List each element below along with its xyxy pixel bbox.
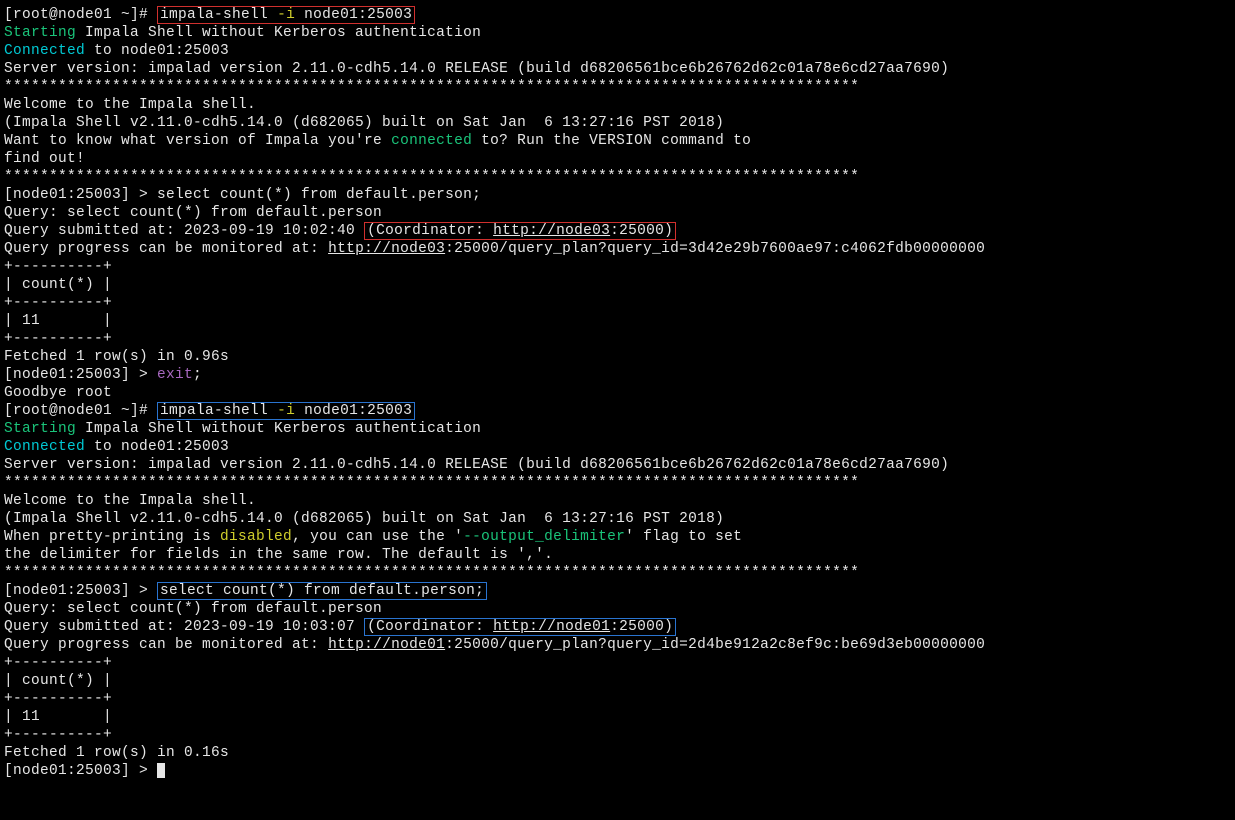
- table-border: +----------+: [4, 690, 1231, 708]
- highlight-box-blue: (Coordinator: http://node01:25000): [364, 618, 676, 636]
- table-row: | 11 |: [4, 312, 1231, 330]
- output-line: Connected to node01:25003: [4, 42, 1231, 60]
- highlight-box-red: (Coordinator: http://node03:25000): [364, 222, 676, 240]
- output-line: (Impala Shell v2.11.0-cdh5.14.0 (d682065…: [4, 114, 1231, 132]
- impala-prompt-line[interactable]: [node01:25003] >: [4, 762, 1231, 780]
- output-line: When pretty-printing is disabled, you ca…: [4, 528, 1231, 546]
- output-line: Query: select count(*) from default.pers…: [4, 600, 1231, 618]
- output-line: Fetched 1 row(s) in 0.16s: [4, 744, 1231, 762]
- output-line: ****************************************…: [4, 474, 1231, 492]
- output-line: Welcome to the Impala shell.: [4, 96, 1231, 114]
- highlight-box-red: impala-shell -i node01:25003: [157, 6, 415, 24]
- output-line: Query submitted at: 2023-09-19 10:02:40 …: [4, 222, 1231, 240]
- output-line: Query submitted at: 2023-09-19 10:03:07 …: [4, 618, 1231, 636]
- output-line: ****************************************…: [4, 168, 1231, 186]
- table-border: +----------+: [4, 330, 1231, 348]
- highlight-box-blue: impala-shell -i node01:25003: [157, 402, 415, 420]
- highlight-box-blue: select count(*) from default.person;: [157, 582, 487, 600]
- output-line: Starting Impala Shell without Kerberos a…: [4, 420, 1231, 438]
- output-line: Fetched 1 row(s) in 0.96s: [4, 348, 1231, 366]
- output-line: Want to know what version of Impala you'…: [4, 132, 1231, 150]
- output-line: Goodbye root: [4, 384, 1231, 402]
- output-line: the delimiter for fields in the same row…: [4, 546, 1231, 564]
- coordinator-url[interactable]: http://node03: [493, 223, 610, 239]
- progress-url[interactable]: http://node03: [328, 241, 445, 257]
- output-line: Query: select count(*) from default.pers…: [4, 204, 1231, 222]
- table-header: | count(*) |: [4, 276, 1231, 294]
- table-border: +----------+: [4, 258, 1231, 276]
- output-line: Query progress can be monitored at: http…: [4, 636, 1231, 654]
- coordinator-url[interactable]: http://node01: [493, 619, 610, 635]
- table-border: +----------+: [4, 726, 1231, 744]
- impala-prompt-line[interactable]: [node01:25003] > select count(*) from de…: [4, 582, 1231, 600]
- shell-prompt-line[interactable]: [root@node01 ~]# impala-shell -i node01:…: [4, 402, 1231, 420]
- output-line: (Impala Shell v2.11.0-cdh5.14.0 (d682065…: [4, 510, 1231, 528]
- output-line: Welcome to the Impala shell.: [4, 492, 1231, 510]
- table-border: +----------+: [4, 294, 1231, 312]
- output-line: Server version: impalad version 2.11.0-c…: [4, 456, 1231, 474]
- impala-prompt-line[interactable]: [node01:25003] > select count(*) from de…: [4, 186, 1231, 204]
- table-border: +----------+: [4, 654, 1231, 672]
- output-line: Connected to node01:25003: [4, 438, 1231, 456]
- output-line: ****************************************…: [4, 78, 1231, 96]
- progress-url[interactable]: http://node01: [328, 637, 445, 653]
- cursor-icon: [157, 763, 165, 778]
- output-line: Server version: impalad version 2.11.0-c…: [4, 60, 1231, 78]
- impala-prompt-line[interactable]: [node01:25003] > exit;: [4, 366, 1231, 384]
- output-line: Query progress can be monitored at: http…: [4, 240, 1231, 258]
- output-line: Starting Impala Shell without Kerberos a…: [4, 24, 1231, 42]
- table-row: | 11 |: [4, 708, 1231, 726]
- output-line: find out!: [4, 150, 1231, 168]
- terminal-output: [root@node01 ~]# impala-shell -i node01:…: [4, 6, 1231, 780]
- table-header: | count(*) |: [4, 672, 1231, 690]
- shell-prompt-line[interactable]: [root@node01 ~]# impala-shell -i node01:…: [4, 6, 1231, 24]
- output-line: ****************************************…: [4, 564, 1231, 582]
